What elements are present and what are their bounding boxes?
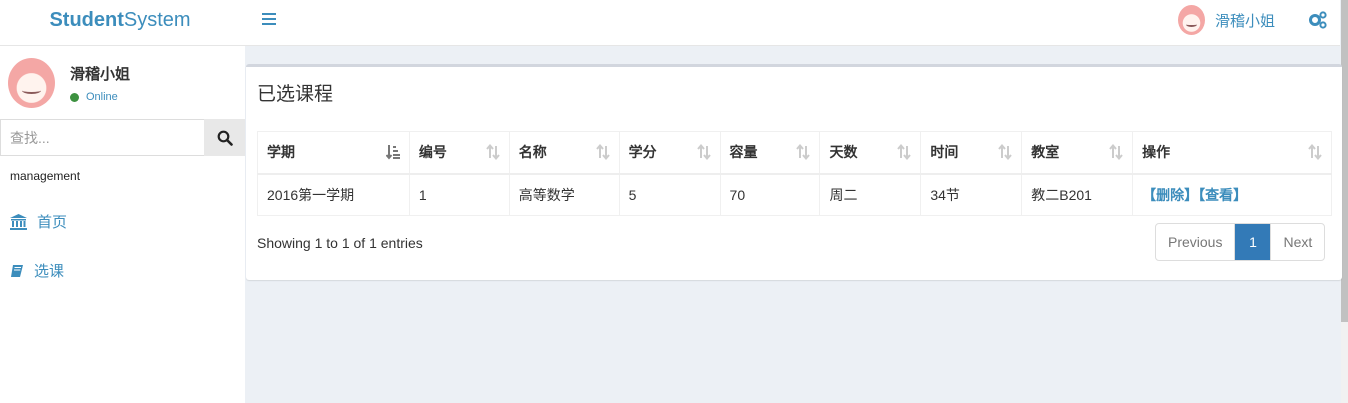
column-header-credit[interactable]: 学分 <box>618 131 721 175</box>
user-name: 滑稽小姐 <box>1215 12 1276 30</box>
column-header-capacity[interactable]: 容量 <box>719 131 821 175</box>
status-text: Online <box>86 91 118 103</box>
column-header-id[interactable]: 编号 <box>408 131 510 175</box>
column-label: 操作 <box>1142 144 1171 161</box>
cell-credit: 5 <box>618 173 721 216</box>
column-header-term[interactable]: 学期 <box>257 131 410 175</box>
cell-time: 34节 <box>920 173 1023 216</box>
sort-icon <box>897 144 912 160</box>
cell-term: 2016第一学期 <box>257 173 410 216</box>
column-label: 天数 <box>829 144 858 161</box>
cell-day: 周二 <box>819 173 922 216</box>
column-label: 学分 <box>628 144 657 161</box>
status-indicator: Online <box>70 91 118 103</box>
menu-toggle-icon[interactable] <box>262 13 276 25</box>
column-header-day[interactable]: 天数 <box>819 131 922 175</box>
search-input[interactable] <box>0 119 204 156</box>
column-header-name[interactable]: 名称 <box>508 131 620 175</box>
column-label: 名称 <box>518 144 547 161</box>
book-icon <box>11 264 23 277</box>
column-label: 学期 <box>267 144 295 161</box>
cell-name: 高等数学 <box>508 173 620 216</box>
view-link[interactable]: 【查看】 <box>1198 187 1247 203</box>
avatar <box>1178 5 1205 35</box>
table-row: 2016第一学期 1 高等数学 5 70 周二 34节 教二B201 【删除】【… <box>257 173 1332 216</box>
cell-capacity: 70 <box>719 173 821 216</box>
cell-room: 教二B201 <box>1021 173 1134 216</box>
column-label: 容量 <box>729 144 758 161</box>
column-label: 编号 <box>418 144 447 161</box>
app-logo[interactable]: StudentSystem <box>0 0 240 46</box>
column-label: 时间 <box>930 144 959 161</box>
sidebar-section-header: management <box>10 169 81 183</box>
search-button[interactable] <box>204 119 245 156</box>
logo-bold-text: Student <box>49 9 124 31</box>
next-button[interactable]: Next <box>1271 224 1324 260</box>
search-form <box>0 119 245 156</box>
pagination: Previous 1 Next <box>1155 223 1326 261</box>
sort-icon <box>1109 144 1123 160</box>
delete-link[interactable]: 【删除】 <box>1142 187 1198 203</box>
sidebar-item-home[interactable]: 首页 <box>10 211 67 232</box>
column-header-time[interactable]: 时间 <box>920 131 1023 175</box>
scrollbar-thumb[interactable] <box>1341 0 1348 322</box>
sort-icon <box>796 144 811 160</box>
avatar <box>8 58 55 108</box>
table-header-row: 学期 编号 名称 学分 容量 天数 时间 教室 操作 <box>257 131 1332 175</box>
sidebar-item-course-select[interactable]: 选课 <box>10 260 64 281</box>
sort-icon <box>1308 144 1322 160</box>
sidebar-user-panel: 滑稽小姐 Online <box>8 58 130 108</box>
sort-icon <box>998 144 1013 160</box>
sidebar-item-label: 选课 <box>34 263 65 280</box>
column-header-actions[interactable]: 操作 <box>1132 131 1332 175</box>
top-header: StudentSystem 滑稽小姐 <box>0 0 1340 46</box>
gears-icon[interactable] <box>1308 10 1328 30</box>
bank-icon <box>10 213 27 230</box>
search-icon <box>217 130 233 146</box>
sort-icon <box>595 144 610 160</box>
table-info: Showing 1 to 1 of 1 entries <box>257 235 423 251</box>
cell-id: 1 <box>408 173 510 216</box>
page-title: 已选课程 <box>257 84 334 105</box>
courses-table: 学期 编号 名称 学分 容量 天数 时间 教室 操作 2016第一学期 1 高等… <box>257 131 1332 216</box>
sort-asc-icon <box>385 145 400 160</box>
online-dot-icon <box>70 92 79 102</box>
column-label: 教室 <box>1031 144 1060 161</box>
logo-text: System <box>123 9 191 31</box>
sort-icon <box>486 144 500 160</box>
sidebar: 滑稽小姐 Online management 首页 选课 <box>0 46 245 403</box>
sidebar-user-name: 滑稽小姐 <box>70 66 131 83</box>
page-1-button[interactable]: 1 <box>1235 224 1272 260</box>
scrollbar[interactable] <box>1341 0 1348 403</box>
user-menu[interactable]: 滑稽小姐 <box>1178 5 1275 35</box>
previous-button[interactable]: Previous <box>1156 224 1236 260</box>
sidebar-item-label: 首页 <box>37 214 68 231</box>
column-header-room[interactable]: 教室 <box>1021 131 1134 175</box>
cell-actions: 【删除】【查看】 <box>1132 173 1332 216</box>
sort-icon <box>696 144 711 160</box>
selected-courses-box: 已选课程 学期 编号 名称 学分 容量 天数 时间 教室 操作 2016第一学期… <box>246 64 1342 280</box>
